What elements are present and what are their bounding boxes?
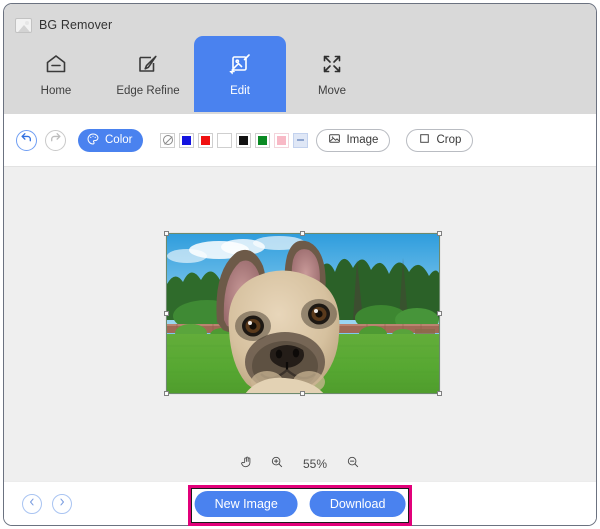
resize-handle-bottom-center[interactable]: [300, 391, 305, 396]
chevron-right-icon: [57, 497, 67, 510]
crop-button[interactable]: Crop: [406, 129, 473, 152]
tab-home-label: Home: [41, 85, 72, 97]
no-color-icon: [163, 135, 173, 145]
photo-artwork: [167, 234, 439, 393]
tab-bar: Home Edge Refine: [4, 34, 596, 112]
photo-dog[interactable]: [167, 234, 439, 393]
chevron-left-icon: [27, 497, 37, 510]
previous-button[interactable]: [22, 494, 42, 514]
hand-tool-icon[interactable]: [240, 455, 254, 474]
app-footer: New Image Download: [4, 481, 596, 525]
redo-button[interactable]: [45, 130, 66, 151]
picture-icon: [328, 132, 341, 148]
color-button-label: Color: [105, 134, 132, 146]
undo-icon: [20, 131, 33, 149]
footer-actions: New Image Download: [195, 491, 406, 517]
tab-move[interactable]: Move: [286, 36, 378, 112]
zoom-out-icon[interactable]: [346, 455, 360, 474]
resize-handle-top-right[interactable]: [437, 231, 442, 236]
next-button[interactable]: [52, 494, 72, 514]
nav-arrows: [22, 494, 72, 514]
photo-icon: [15, 18, 32, 33]
undo-button[interactable]: [16, 130, 37, 151]
swatch-black-fill: [239, 136, 248, 145]
edit-image-icon: [228, 52, 252, 76]
resize-handle-top-left[interactable]: [164, 231, 169, 236]
image-canvas[interactable]: 55%: [4, 166, 596, 481]
zoom-in-icon[interactable]: [270, 455, 284, 474]
image-button-label: Image: [346, 134, 378, 146]
titlebar: BG Remover: [4, 4, 596, 34]
swatch-pink-fill: [277, 136, 286, 145]
resize-handle-middle-right[interactable]: [437, 311, 442, 316]
crop-button-label: Crop: [436, 134, 461, 146]
swatch-white[interactable]: [217, 133, 232, 148]
swatch-pink[interactable]: [274, 133, 289, 148]
new-image-button[interactable]: New Image: [195, 491, 298, 517]
swatch-red-fill: [201, 136, 210, 145]
color-button[interactable]: Color: [78, 129, 143, 152]
resize-handle-bottom-right[interactable]: [437, 391, 442, 396]
crop-icon: [418, 132, 431, 148]
tab-edit-label: Edit: [230, 85, 250, 97]
image-button[interactable]: Image: [316, 129, 390, 152]
color-swatch-list: [160, 133, 308, 148]
swatch-more-colors[interactable]: [293, 133, 308, 148]
app-title: BG Remover: [39, 18, 112, 32]
tab-home[interactable]: Home: [10, 36, 102, 112]
resize-handle-bottom-left[interactable]: [164, 391, 169, 396]
move-arrows-icon: [320, 52, 344, 76]
app-header: BG Remover Home Ed: [4, 4, 596, 114]
swatch-blue-fill: [182, 136, 191, 145]
tab-edge-refine[interactable]: Edge Refine: [102, 36, 194, 112]
redo-icon: [49, 131, 62, 149]
palette-icon: [86, 132, 100, 149]
edit-toolbar: Color: [4, 114, 596, 166]
zoom-controls: 55%: [4, 453, 596, 475]
resize-handle-top-center[interactable]: [300, 231, 305, 236]
image-selection[interactable]: [166, 233, 440, 394]
swatch-white-fill: [220, 136, 229, 145]
resize-handle-middle-left[interactable]: [164, 311, 169, 316]
tab-edge-refine-label: Edge Refine: [116, 85, 179, 97]
swatch-blue[interactable]: [179, 133, 194, 148]
swatch-green-fill: [258, 136, 267, 145]
download-button[interactable]: Download: [310, 491, 406, 517]
swatch-none[interactable]: [160, 133, 175, 148]
zoom-level-label: 55%: [300, 457, 330, 471]
swatch-red[interactable]: [198, 133, 213, 148]
edge-refine-icon: [136, 52, 160, 76]
app-window: BG Remover Home Ed: [3, 3, 597, 526]
home-icon: [44, 52, 68, 76]
swatch-black[interactable]: [236, 133, 251, 148]
swatch-green[interactable]: [255, 133, 270, 148]
tab-edit[interactable]: Edit: [194, 36, 286, 112]
tab-move-label: Move: [318, 85, 346, 97]
